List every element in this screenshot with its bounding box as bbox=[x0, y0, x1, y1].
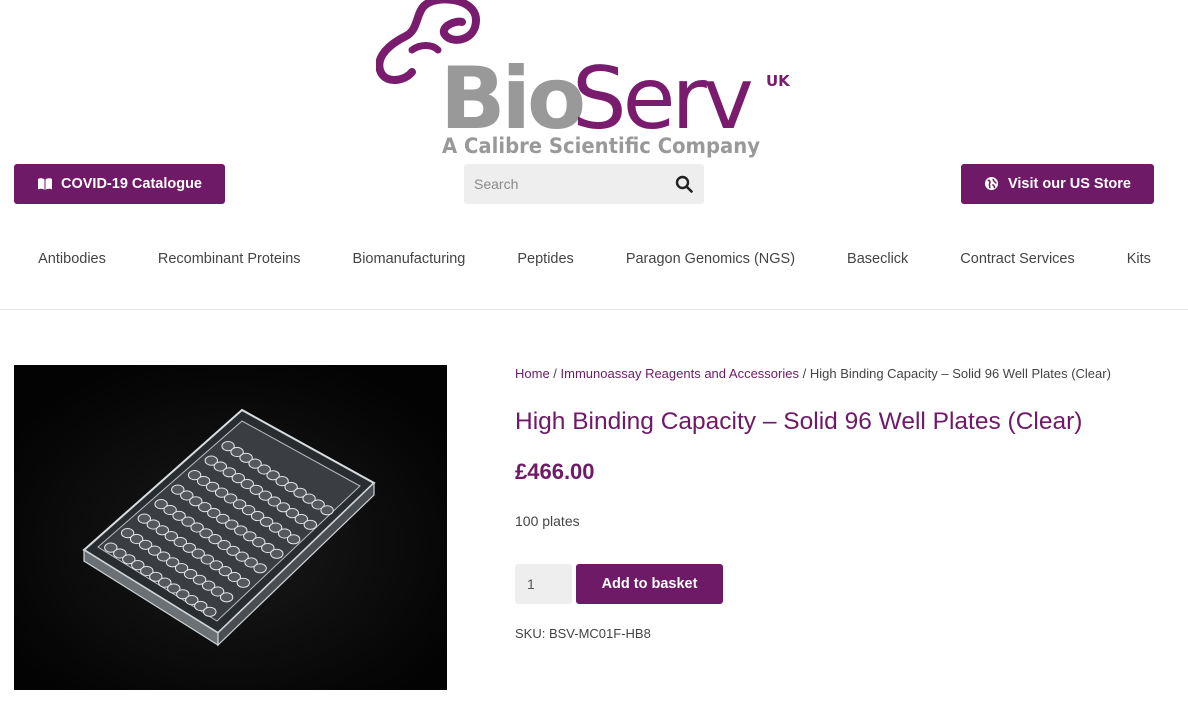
nav-divider bbox=[0, 309, 1188, 310]
nav-item-contract-services[interactable]: Contract Services bbox=[960, 251, 1074, 267]
plate-well bbox=[253, 563, 267, 574]
logo-graphic: Bio Serv UK A Calibre Scientific Company bbox=[376, 0, 790, 158]
search-icon bbox=[675, 175, 693, 193]
product-image[interactable] bbox=[14, 365, 447, 690]
breadcrumb-home-link[interactable]: Home bbox=[515, 366, 550, 381]
breadcrumb-separator: / bbox=[799, 366, 810, 381]
search-button[interactable] bbox=[664, 164, 704, 204]
us-store-label: Visit our US Store bbox=[1007, 176, 1131, 192]
us-store-button[interactable]: Visit our US Store bbox=[961, 164, 1154, 204]
main-nav: ue Antibodies Recombinant Proteins Bioma… bbox=[0, 236, 1188, 282]
quantity-input[interactable] bbox=[515, 564, 572, 604]
plate-well bbox=[320, 505, 334, 516]
search-box bbox=[464, 164, 704, 204]
nav-item-baseclick[interactable]: Baseclick bbox=[847, 251, 908, 267]
product-description: 100 plates bbox=[515, 513, 580, 529]
breadcrumb-current: High Binding Capacity – Solid 96 Well Pl… bbox=[809, 366, 1111, 381]
plate-well bbox=[219, 592, 234, 603]
covid-catalogue-label: COVID-19 Catalogue bbox=[61, 176, 202, 192]
logo-suffix: UK bbox=[766, 72, 790, 90]
nav-item-peptides[interactable]: Peptides bbox=[517, 251, 573, 267]
book-open-icon bbox=[37, 176, 53, 192]
nav-item-biomanufacturing[interactable]: Biomanufacturing bbox=[353, 251, 466, 267]
nav-item-recombinant-proteins[interactable]: Recombinant Proteins bbox=[158, 251, 301, 267]
plate-well bbox=[203, 606, 217, 617]
product-title: High Binding Capacity – Solid 96 Well Pl… bbox=[515, 408, 1083, 435]
nav-item-paragon-genomics[interactable]: Paragon Genomics (NGS) bbox=[626, 251, 795, 267]
logo-tagline: A Calibre Scientific Company bbox=[442, 134, 760, 158]
plate-well bbox=[236, 577, 251, 588]
bioserv-logo[interactable]: Bio Serv UK A Calibre Scientific Company bbox=[376, 0, 790, 160]
plate-well bbox=[286, 534, 301, 545]
sku-value: BSV-MC01F-HB8 bbox=[548, 626, 651, 641]
add-to-basket-button[interactable]: Add to basket bbox=[576, 564, 723, 604]
nav-item-kits[interactable]: Kits bbox=[1127, 251, 1151, 267]
search-input[interactable] bbox=[464, 164, 664, 204]
breadcrumb-separator: / bbox=[549, 366, 561, 381]
plate-well bbox=[270, 548, 284, 559]
covid-catalogue-button[interactable]: COVID-19 Catalogue bbox=[14, 164, 225, 204]
globe-icon bbox=[984, 176, 1000, 192]
sku-label: SKU: bbox=[515, 626, 549, 641]
breadcrumb: Home / Immunoassay Reagents and Accessor… bbox=[515, 366, 1111, 381]
product-price: £466.00 bbox=[515, 459, 595, 484]
nav-item-antibodies[interactable]: Antibodies bbox=[38, 251, 106, 267]
well-plate-illustration bbox=[14, 365, 447, 690]
plate-well bbox=[303, 519, 317, 530]
breadcrumb-category-link[interactable]: Immunoassay Reagents and Accessories bbox=[561, 366, 799, 381]
product-sku: SKU: BSV-MC01F-HB8 bbox=[515, 626, 651, 641]
